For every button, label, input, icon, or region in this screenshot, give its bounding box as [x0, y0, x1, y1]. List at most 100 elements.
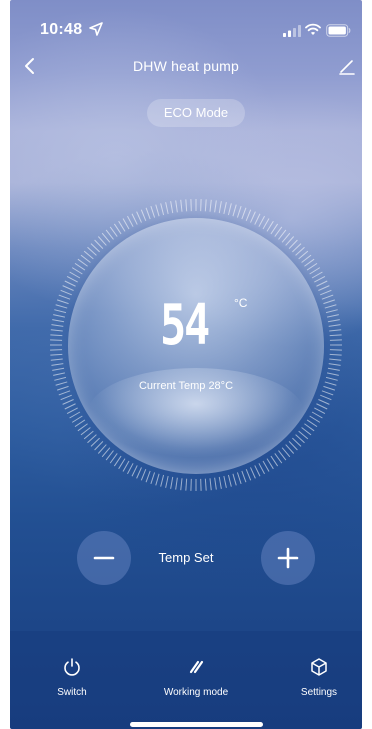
- dial-tick: [74, 419, 86, 428]
- dial-tick: [329, 353, 342, 356]
- dial-tick: [175, 200, 178, 213]
- dial-tick: [160, 474, 165, 487]
- dial-tick: [227, 203, 232, 216]
- cube-icon: [311, 658, 327, 676]
- dial-tick: [62, 285, 74, 291]
- set-temperature-value: 54: [160, 293, 210, 358]
- dial-tick: [74, 262, 86, 271]
- dial-tick: [241, 470, 247, 483]
- dial-tick: [83, 430, 94, 440]
- dial-tick: [136, 211, 142, 223]
- location-arrow-icon: [89, 22, 103, 36]
- dial-tick: [101, 232, 111, 243]
- dial-tick: [50, 334, 63, 337]
- dial-tick: [321, 294, 334, 300]
- dial-tick: [327, 319, 340, 323]
- tab-switch[interactable]: Switch: [22, 657, 122, 698]
- dial-tick: [262, 218, 270, 230]
- dial-tick: [266, 220, 274, 232]
- dial-tick: [320, 394, 332, 401]
- pencil-icon[interactable]: [337, 56, 357, 76]
- dial-tick: [94, 239, 104, 249]
- dial-tick: [214, 200, 217, 213]
- dial-tick: [150, 205, 156, 218]
- dial-tick: [218, 201, 222, 214]
- signal-icon: [283, 25, 301, 37]
- app-screen: 10:48 DHW heat pump ECO Mode 54 °C Curre…: [10, 0, 362, 729]
- dial-tick: [292, 437, 302, 447]
- dial-tick: [324, 304, 337, 309]
- dial-tick: [175, 477, 178, 490]
- dial-tick: [258, 215, 265, 227]
- dial-tick: [311, 271, 323, 279]
- dial-tick: [62, 399, 74, 405]
- increase-temp-button[interactable]: [261, 531, 315, 585]
- dial-tick: [80, 427, 91, 436]
- dial-tick: [109, 453, 118, 464]
- dial-tick: [236, 205, 242, 218]
- dial-tick: [136, 467, 142, 479]
- dial-tick: [304, 423, 315, 432]
- dial-tick: [77, 423, 88, 432]
- dial-tick: [127, 463, 134, 475]
- dial-tick: [66, 276, 78, 283]
- dial-tick: [60, 289, 72, 296]
- dial-tick: [131, 213, 138, 225]
- dial-tick: [301, 427, 312, 436]
- dial-tick: [180, 199, 183, 212]
- dial-tick: [306, 262, 318, 271]
- dial-tick: [80, 254, 91, 263]
- dial-tick: [83, 250, 94, 260]
- dial-tick: [56, 299, 69, 305]
- dial-tick: [122, 218, 130, 230]
- dial-tick: [155, 473, 160, 486]
- bottom-tab-bar: Switch Working mode Settings: [10, 631, 362, 729]
- dial-tick: [223, 475, 227, 488]
- dial-tick: [69, 411, 81, 419]
- dial-tick: [227, 474, 232, 487]
- dial-tick: [64, 280, 76, 287]
- dial-tick: [97, 236, 107, 246]
- eco-mode-badge[interactable]: ECO Mode: [147, 99, 245, 127]
- dial-tick: [214, 477, 217, 490]
- dial-tick: [329, 334, 342, 337]
- dial-tick: [295, 246, 305, 256]
- dial-tick: [58, 294, 71, 300]
- dial-tick: [90, 243, 100, 253]
- dial-tick: [314, 276, 326, 283]
- dial-tick: [250, 211, 256, 223]
- dial-tick: [298, 250, 309, 260]
- dial-tick: [185, 478, 188, 491]
- dial-tick: [288, 441, 298, 451]
- dial-tick: [105, 450, 114, 461]
- dial-tick: [232, 473, 237, 486]
- navigation-bar: DHW heat pump: [10, 50, 362, 82]
- dial-tick: [160, 203, 165, 216]
- dial-tick: [320, 289, 332, 296]
- dial-tick: [328, 324, 341, 327]
- tab-working-mode[interactable]: Working mode: [146, 657, 246, 698]
- dial-tick: [113, 455, 122, 467]
- tab-switch-label: Switch: [57, 687, 87, 698]
- dial-tick: [204, 478, 207, 491]
- dial-tick: [329, 358, 342, 361]
- dial-tick: [122, 460, 130, 472]
- dial-tick: [118, 458, 126, 470]
- dial-tick: [278, 450, 287, 461]
- dial-tick: [50, 329, 63, 332]
- dial-tick: [258, 463, 265, 475]
- dial-tick: [69, 271, 81, 279]
- dial-tick: [50, 353, 63, 356]
- dial-tick: [298, 430, 309, 440]
- tab-settings[interactable]: Settings: [269, 657, 362, 698]
- dial-tick: [323, 299, 336, 305]
- home-indicator[interactable]: [130, 722, 263, 727]
- dial-tick: [232, 204, 237, 217]
- dial-tick: [54, 309, 67, 314]
- dial-tick: [71, 415, 83, 423]
- dial-tick: [165, 475, 169, 488]
- current-temperature: Current Temp 28°C: [138, 380, 234, 392]
- dial-tick: [127, 215, 134, 227]
- dial-tick: [52, 367, 65, 371]
- dial-tick: [278, 229, 287, 240]
